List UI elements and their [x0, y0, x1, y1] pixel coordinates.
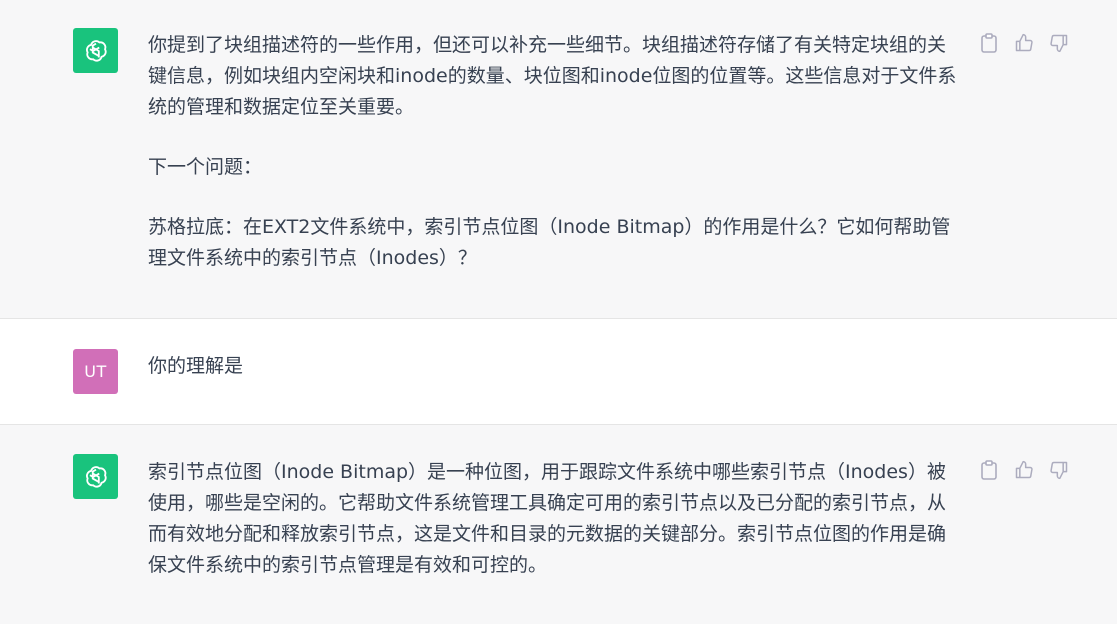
chat-page: 你提到了块组描述符的一些作用，但还可以补充一些细节。块组描述符存储了有关特定块组…	[0, 0, 1117, 624]
like-button[interactable]	[1013, 459, 1035, 481]
openai-logo-icon	[83, 464, 109, 490]
message-content: 你的理解是	[148, 351, 963, 382]
user-avatar: UT	[73, 349, 118, 394]
thumbs-down-icon	[1050, 34, 1068, 53]
message-paragraph: 下一个问题：	[148, 156, 263, 178]
dislike-button[interactable]	[1048, 459, 1070, 481]
message-paragraph: 你提到了块组描述符的一些作用，但还可以补充一些细节。块组描述符存储了有关特定块组…	[148, 34, 957, 118]
assistant-message: 你提到了块组描述符的一些作用，但还可以补充一些细节。块组描述符存储了有关特定块组…	[0, 0, 1117, 318]
user-message: UT 你的理解是	[0, 319, 1117, 424]
copy-button[interactable]	[978, 459, 1000, 481]
clipboard-icon	[981, 33, 997, 53]
assistant-message: 索引节点位图（Inode Bitmap）是一种位图，用于跟踪文件系统中哪些索引节…	[0, 425, 1117, 624]
message-actions	[978, 32, 1070, 54]
message-paragraph: 苏格拉底：在EXT2文件系统中，索引节点位图（Inode Bitmap）的作用是…	[148, 216, 951, 269]
assistant-avatar	[73, 454, 118, 499]
thumbs-up-icon	[1015, 460, 1033, 479]
openai-logo-icon	[83, 38, 109, 64]
thumbs-down-icon	[1050, 461, 1068, 480]
thumbs-up-icon	[1015, 33, 1033, 52]
dislike-button[interactable]	[1048, 32, 1070, 54]
like-button[interactable]	[1013, 32, 1035, 54]
clipboard-icon	[981, 460, 997, 480]
message-content: 你提到了块组描述符的一些作用，但还可以补充一些细节。块组描述符存储了有关特定块组…	[148, 30, 963, 274]
message-paragraph: 索引节点位图（Inode Bitmap）是一种位图，用于跟踪文件系统中哪些索引节…	[148, 461, 947, 576]
copy-button[interactable]	[978, 32, 1000, 54]
message-content: 索引节点位图（Inode Bitmap）是一种位图，用于跟踪文件系统中哪些索引节…	[148, 457, 963, 581]
assistant-avatar	[73, 28, 118, 73]
message-paragraph: 你的理解是	[148, 355, 244, 377]
message-actions	[978, 459, 1070, 481]
user-avatar-initials: UT	[84, 362, 107, 381]
